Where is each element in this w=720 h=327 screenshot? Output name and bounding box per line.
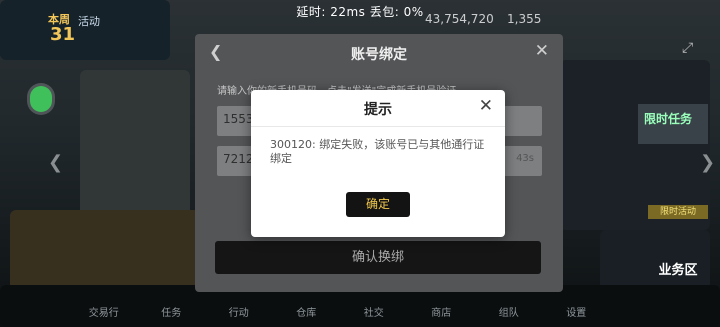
bottom-nav-item[interactable]: 行动 xyxy=(205,290,273,320)
network-status: 延时: 22ms 丢包: 0% xyxy=(296,5,424,19)
code-value: 7212 xyxy=(223,152,254,166)
tip-dialog: 提示 ✕ 300120: 绑定失败，该账号已与其他通行证绑定 确定 xyxy=(251,90,505,237)
divider xyxy=(251,126,505,127)
bottom-nav-item[interactable]: 设置 xyxy=(543,290,611,320)
event-badge[interactable]: 限时活动 xyxy=(648,205,708,219)
bottom-nav: 交易行 任务 行动 仓库 社交 商店 组队 设置 xyxy=(70,290,610,320)
bottom-nav-item[interactable]: 商店 xyxy=(408,290,476,320)
resource-value: 1,355 xyxy=(507,12,542,26)
confirm-rebind-button[interactable]: 确认换绑 xyxy=(215,241,541,274)
close-icon[interactable]: ✕ xyxy=(535,41,549,61)
side-menu-toggle[interactable] xyxy=(30,86,52,112)
error-message: 300120: 绑定失败，该账号已与其他通行证绑定 xyxy=(270,138,485,165)
currency-value: 43,754,720 xyxy=(425,12,494,26)
chevron-right-icon[interactable]: ❯ xyxy=(700,152,715,173)
chevron-left-icon[interactable]: ❮ xyxy=(48,152,63,173)
business-zone-button[interactable]: 业务区 xyxy=(648,259,708,279)
panel-title: 账号绑定 xyxy=(351,47,407,63)
expand-icon[interactable]: ⤢ xyxy=(682,40,693,56)
bottom-nav-item[interactable]: 仓库 xyxy=(273,290,341,320)
promo-banner[interactable]: 限时任务 xyxy=(638,104,708,144)
bottom-nav-item[interactable]: 组队 xyxy=(475,290,543,320)
bottom-nav-item[interactable]: 任务 xyxy=(138,290,206,320)
ok-button[interactable]: 确定 xyxy=(346,192,410,217)
resend-countdown: 43s xyxy=(516,153,534,164)
dialog-title: 提示 xyxy=(364,102,392,118)
day-number: 31 xyxy=(50,24,76,45)
bottom-nav-item[interactable]: 交易行 xyxy=(70,290,138,320)
close-icon[interactable]: ✕ xyxy=(479,96,493,116)
activity-label: 活动 xyxy=(78,15,100,28)
bottom-nav-item[interactable]: 社交 xyxy=(340,290,408,320)
phone-value: 1553 xyxy=(223,112,254,126)
